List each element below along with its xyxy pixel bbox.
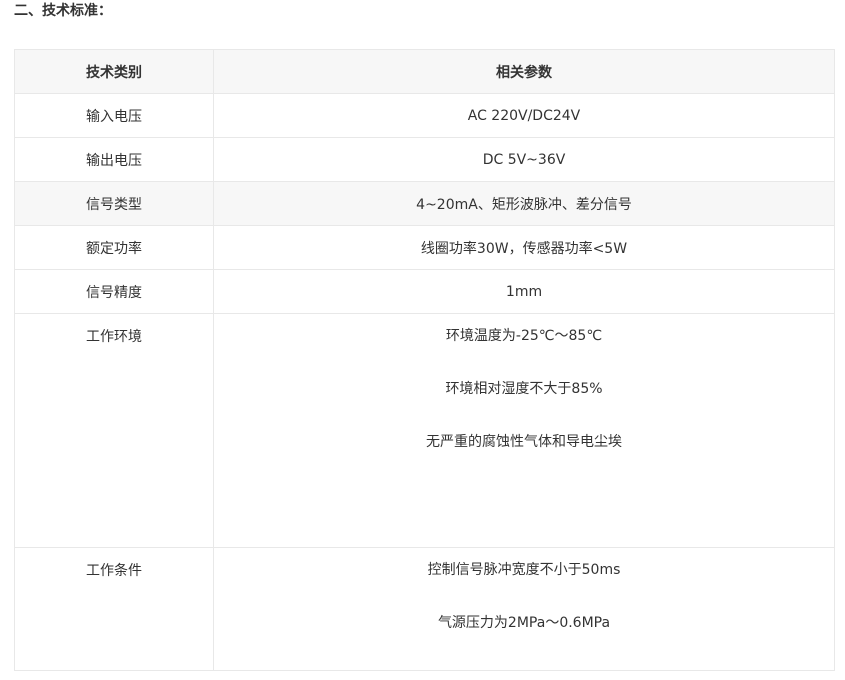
table-row: 信号精度 1mm [14,269,835,314]
cond-pulse-width: 控制信号脉冲宽度不小于50ms [427,562,621,578]
table-row: 信号类型 4~20mA、矩形波脉冲、差分信号 [14,181,835,226]
env-temperature: 环境温度为-25℃～85℃ [445,328,603,344]
section-title: 二、技术标准： [14,3,112,19]
table-row: 输入电压 AC 220V/DC24V [14,93,835,138]
table-row: 工作条件 控制信号脉冲宽度不小于50ms 气源压力为2MPa～0.6MPa [14,547,835,671]
row-value-list: 控制信号脉冲宽度不小于50ms 气源压力为2MPa～0.6MPa [214,548,834,633]
row-label-working-conditions: 工作条件 [14,547,214,671]
row-label-signal-accuracy: 信号精度 [14,269,214,314]
row-label-output-voltage: 输出电压 [14,137,214,182]
spec-table: 技术类别 相关参数 输入电压 AC 220V/DC24V 输出电压 DC 5V~… [14,49,835,671]
cond-air-pressure: 气源压力为2MPa～0.6MPa [437,615,611,631]
row-value-signal-accuracy: 1mm [213,269,835,314]
row-value-list: 环境温度为-25℃～85℃ 环境相对湿度不大于85% 无严重的腐蚀性气体和导电尘… [214,314,834,452]
row-value-signal-type: 4~20mA、矩形波脉冲、差分信号 [213,181,835,226]
row-label-rated-power: 额定功率 [14,225,214,270]
env-corrosion: 无严重的腐蚀性气体和导电尘埃 [426,434,622,450]
row-value-input-voltage: AC 220V/DC24V [213,93,835,138]
row-value-output-voltage: DC 5V~36V [213,137,835,182]
row-value-working-conditions: 控制信号脉冲宽度不小于50ms 气源压力为2MPa～0.6MPa [213,547,835,671]
table-row: 输出电压 DC 5V~36V [14,137,835,182]
row-label-signal-type: 信号类型 [14,181,214,226]
table-row: 额定功率 线圈功率30W，传感器功率<5W [14,225,835,270]
env-humidity: 环境相对湿度不大于85% [445,381,603,397]
row-label-input-voltage: 输入电压 [14,93,214,138]
row-value-rated-power: 线圈功率30W，传感器功率<5W [213,225,835,270]
table-row: 工作环境 环境温度为-25℃～85℃ 环境相对湿度不大于85% 无严重的腐蚀性气… [14,313,835,548]
table-header-row: 技术类别 相关参数 [14,49,835,94]
row-label-environment: 工作环境 [14,313,214,548]
row-label-text: 工作条件 [86,563,142,579]
column-header-category: 技术类别 [14,49,214,94]
row-value-environment: 环境温度为-25℃～85℃ 环境相对湿度不大于85% 无严重的腐蚀性气体和导电尘… [213,313,835,548]
row-label-text: 工作环境 [86,329,142,345]
column-header-parameters: 相关参数 [213,49,835,94]
